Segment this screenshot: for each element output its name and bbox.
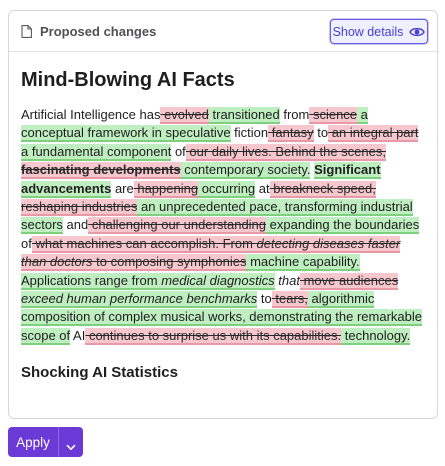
inserted-text: a fundamental component (21, 143, 172, 161)
apply-split-button: Apply (8, 427, 83, 457)
eye-icon (409, 26, 426, 38)
unchanged-text: Artificial Intelligence has (21, 107, 161, 122)
deleted-text: move audiences (299, 272, 399, 290)
inserted-text: transitioned (208, 107, 280, 124)
deleted-text: challenging our understanding (88, 217, 267, 235)
deleted-text: fascinating developments (21, 162, 181, 180)
deleted-text: happening (133, 180, 199, 198)
chevron-down-icon (66, 439, 76, 450)
document-icon (21, 24, 32, 38)
unchanged-text: that (278, 272, 300, 288)
inserted-text: contemporary society. (180, 162, 311, 180)
inserted-text: technology. (341, 327, 411, 345)
deleted-text: evolved (160, 107, 209, 124)
apply-options-button[interactable] (59, 427, 83, 457)
deleted-text: to composing symphonies (92, 254, 247, 272)
unchanged-text: to (313, 125, 329, 141)
show-details-label: Show details (332, 24, 404, 39)
deleted-text: an integral part (328, 125, 419, 143)
deleted-text: what machines can accomplish. From (31, 235, 257, 253)
deleted-text: science (309, 107, 358, 124)
apply-button[interactable]: Apply (8, 427, 58, 457)
panel-header: Proposed changes Show details (9, 11, 437, 52)
deleted-text: fantasy (268, 125, 314, 143)
deleted-text: continues to surprise us with its capabi… (85, 327, 342, 345)
inserted-text: expanding the boundaries (266, 217, 420, 235)
inserted-text: exceed human performance benchmarks (21, 291, 258, 309)
document-content: Mind-Blowing AI Facts Artificial Intelli… (9, 68, 437, 381)
unchanged-text: at (255, 180, 270, 196)
section-heading: Shocking AI Statistics (21, 364, 178, 382)
unchanged-text: AI (70, 327, 86, 343)
document-title: Mind-Blowing AI Facts (21, 69, 235, 91)
unchanged-text: are (111, 180, 134, 196)
inserted-text: occurring (198, 180, 256, 198)
panel-title: Proposed changes (40, 23, 157, 39)
unchanged-text: fiction (230, 125, 269, 141)
diff-paragraph: Artificial Intelligence has evolved tran… (21, 106, 429, 345)
proposed-changes-panel: Proposed changes Show details Mind-Blowi… (8, 10, 438, 419)
unchanged-text: of (21, 235, 32, 251)
deleted-text: tears, (271, 291, 308, 309)
show-details-button[interactable]: Show details (330, 19, 428, 44)
unchanged-text: to (257, 291, 272, 307)
deleted-text: our daily lives. Behind the scenes, (185, 143, 386, 161)
unchanged-text: of (171, 143, 186, 159)
inserted-text: medical diagnostics (161, 272, 275, 290)
unchanged-text: and (62, 217, 89, 233)
unchanged-text: from (279, 107, 310, 122)
